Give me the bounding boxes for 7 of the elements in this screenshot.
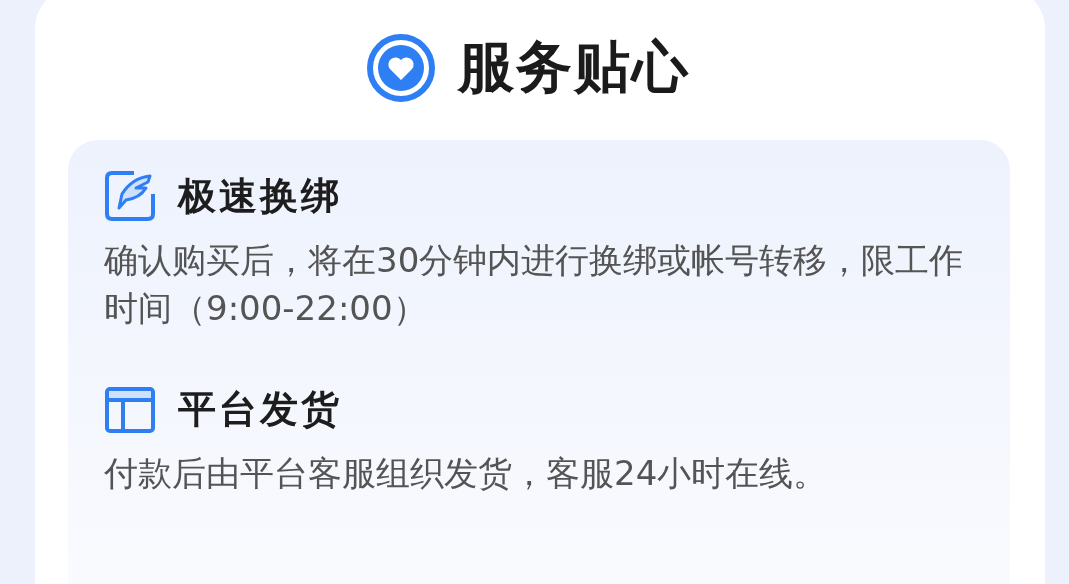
feature-description: 付款后由平台客服组织发货，客服24小时在线。 — [104, 452, 829, 495]
feature-title: 平台发货 — [178, 386, 342, 433]
section-title: 服务贴心 — [458, 33, 690, 101]
box-icon — [104, 385, 156, 434]
feature-description: 确认购买后，将在30分钟内进行换绑或帐号转移，限工作时间（9:00-22:00） — [104, 239, 965, 330]
edit-icon — [104, 170, 156, 222]
feature-title: 极速换绑 — [178, 172, 342, 220]
